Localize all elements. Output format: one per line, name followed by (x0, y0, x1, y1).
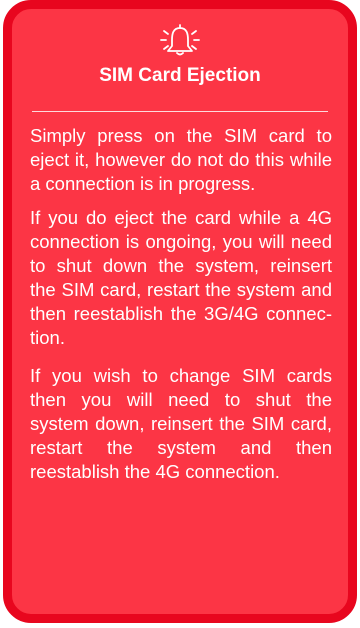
paragraph-change-sim: If you wish to change SIM cards then you… (30, 365, 332, 482)
callout-header: SIM Card Ejection (12, 9, 348, 112)
bell-alarm-icon (160, 24, 200, 56)
warning-callout: SIM Card Ejection Simply press on the SI… (3, 0, 357, 623)
header-divider (32, 111, 328, 112)
callout-title: SIM Card Ejection (99, 65, 261, 86)
paragraph-eject-during-connection: If you do eject the card while a 4G conn… (30, 207, 332, 348)
callout-body: Simply press on the SIM card to eject it… (30, 124, 332, 494)
paragraph-eject: Simply press on the SIM card to eject it… (30, 125, 332, 194)
